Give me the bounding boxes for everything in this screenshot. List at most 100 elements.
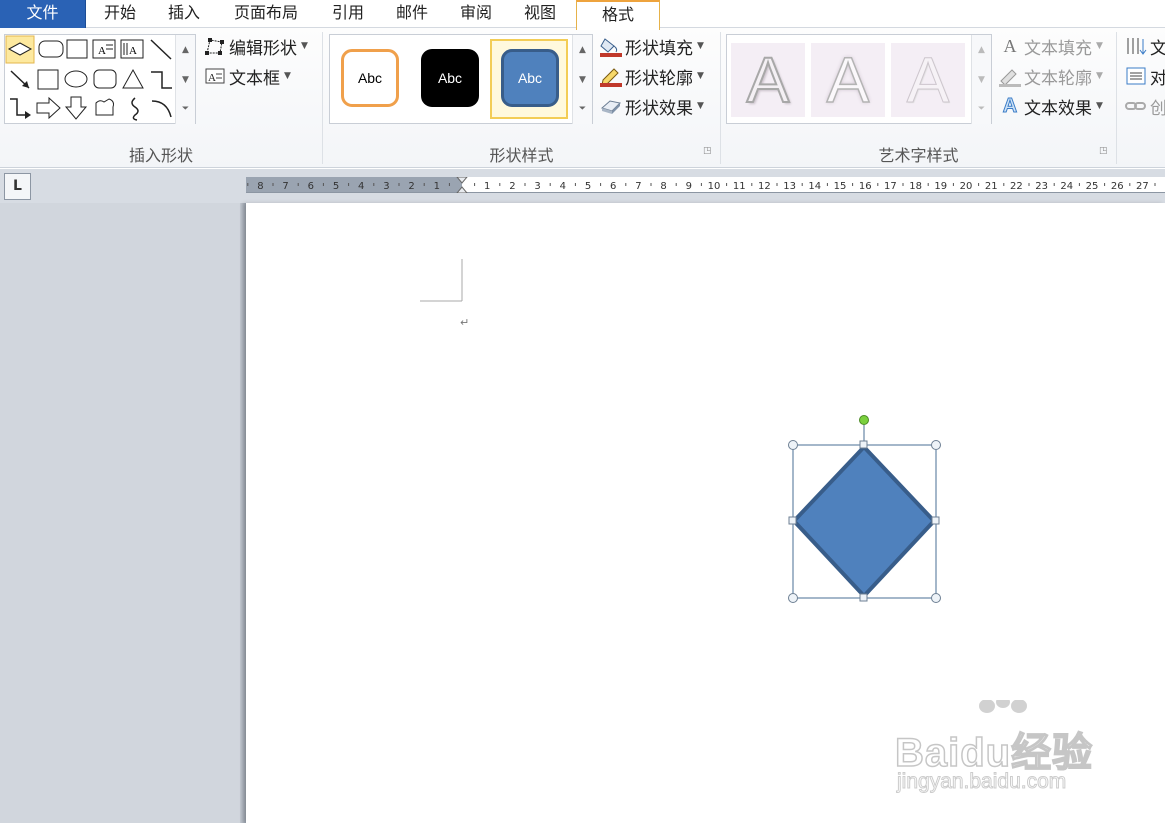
resize-handle-left[interactable] — [788, 516, 797, 525]
diamond-icon[interactable] — [5, 35, 35, 64]
style-swatch-blue[interactable]: Abc — [501, 49, 559, 107]
ruler-label: 5 — [333, 181, 339, 192]
ruler-label: 26 — [1111, 181, 1124, 192]
dropdown-arrow-icon: ▼ — [301, 41, 308, 51]
shapes-gallery-more[interactable]: ⏷ — [175, 95, 195, 124]
resize-handle-bottom-left[interactable] — [788, 593, 798, 603]
shapes-scroll-down[interactable]: ▼ — [175, 65, 195, 95]
align-text-label: 对 — [1150, 68, 1165, 89]
rectangle-icon-2[interactable] — [37, 69, 59, 90]
ruler-label: 4 — [560, 181, 566, 192]
ruler-label: 17 — [884, 181, 897, 192]
resize-handle-top-left[interactable] — [788, 440, 798, 450]
styles-scroll-down[interactable]: ▼ — [572, 65, 592, 95]
ruler-label: 16 — [859, 181, 872, 192]
tab-mailings[interactable]: 邮件 — [382, 0, 442, 28]
edit-points-icon — [203, 35, 227, 57]
ruler-label: 15 — [834, 181, 847, 192]
shape-styles-group-label: 形状样式 — [489, 146, 554, 165]
shape-effects-button[interactable]: 形状效果 ▼ — [599, 94, 704, 119]
ruler-label: 27 — [1136, 181, 1149, 192]
text-box-button[interactable]: A 文本框 ▼ — [203, 64, 291, 89]
rotation-handle[interactable] — [859, 415, 869, 425]
line-icon[interactable] — [150, 39, 172, 60]
wordart-style-2[interactable]: A — [811, 43, 885, 117]
ruler-label: 20 — [960, 181, 973, 192]
paragraph-mark: ↵ — [460, 316, 470, 329]
ruler-label: 8 — [257, 181, 263, 192]
tab-home[interactable]: 开始 — [90, 0, 150, 28]
tab-review[interactable]: 审阅 — [446, 0, 506, 28]
wordart-styles-gallery: A A A ▲ ▼ ⏷ — [726, 34, 992, 124]
tab-file[interactable]: 文件 — [0, 0, 86, 28]
text-effects-button[interactable]: A 文本效果 ▼ — [998, 94, 1103, 119]
styles-gallery-more[interactable]: ⏷ — [572, 95, 592, 124]
tab-format[interactable]: 格式 — [576, 0, 660, 30]
ruler-label: 3 — [383, 181, 389, 192]
tab-page-layout[interactable]: 页面布局 — [220, 0, 312, 28]
shape-effects-icon — [599, 95, 623, 117]
rounded-rect-icon-2[interactable] — [93, 69, 117, 89]
style-swatch-orange-outline[interactable]: Abc — [341, 49, 399, 107]
down-arrow-icon[interactable] — [64, 96, 88, 120]
wordart-style-1[interactable]: A — [731, 43, 805, 117]
wordart-scroll-up[interactable]: ▲ — [971, 35, 991, 65]
text-outline-button[interactable]: 文本轮廓 ▼ — [998, 64, 1103, 89]
rounded-rect-icon[interactable] — [38, 40, 64, 58]
resize-handle-bottom-right[interactable] — [931, 593, 941, 603]
shape-styles-gallery: Abc Abc Abc ▲ ▼ ⏷ — [329, 34, 593, 124]
resize-handle-right[interactable] — [931, 516, 940, 525]
edit-shape-button[interactable]: 编辑形状 ▼ — [203, 34, 308, 59]
ruler-label: 1 — [434, 181, 440, 192]
arrow-line-icon[interactable] — [10, 70, 30, 89]
wordart-scroll-down[interactable]: ▼ — [971, 65, 991, 95]
tab-insert[interactable]: 插入 — [154, 0, 214, 28]
rectangle-icon[interactable] — [66, 39, 88, 59]
edit-shape-label: 编辑形状 — [229, 38, 297, 59]
right-arrow-icon[interactable] — [36, 96, 61, 120]
wordart-sample: A — [826, 44, 870, 116]
resize-handle-top[interactable] — [859, 440, 868, 449]
shape-outline-button[interactable]: 形状轮廓 ▼ — [599, 64, 704, 89]
tab-references[interactable]: 引用 — [318, 0, 378, 28]
elbow-arrow-icon[interactable] — [10, 98, 31, 119]
shape-fill-button[interactable]: 形状填充 ▼ — [599, 34, 704, 59]
triangle-icon[interactable] — [122, 68, 144, 89]
ribbon: A A ▲ ▼ ⏷ 编辑形状 ▼ A 文本框 ▼ 插入形状 Abc Abc Ab… — [0, 28, 1165, 168]
arc-icon[interactable] — [151, 100, 172, 118]
text-direction-button[interactable]: 文 — [1124, 34, 1165, 59]
dropdown-arrow-icon: ▼ — [284, 71, 291, 81]
ruler-label: 9 — [686, 181, 692, 192]
text-fill-button[interactable]: A 文本填充 ▼ — [998, 34, 1103, 59]
styles-scroll-up[interactable]: ▲ — [572, 35, 592, 65]
vertical-text-box-icon[interactable]: A — [120, 39, 144, 59]
tab-selector-button[interactable]: L — [4, 173, 31, 200]
shapes-gallery-icons: A A — [5, 35, 172, 121]
text-effects-icon: A — [1002, 94, 1018, 117]
diamond-shape[interactable] — [792, 445, 936, 598]
ruler-label: 14 — [808, 181, 821, 192]
ruler-label: 7 — [282, 181, 288, 192]
style-swatch-black[interactable]: Abc — [421, 49, 479, 107]
oval-icon[interactable] — [64, 70, 88, 88]
resize-handle-bottom[interactable] — [859, 593, 868, 602]
create-link-button[interactable]: 创 — [1124, 94, 1165, 119]
dialog-launcher-icon[interactable]: ◳ — [1099, 146, 1109, 156]
text-box-icon[interactable]: A — [92, 39, 116, 59]
curve-scribble-icon[interactable] — [131, 97, 139, 121]
wordart-style-3[interactable]: A — [891, 43, 965, 117]
ruler-label: 8 — [660, 181, 666, 192]
ruler-label: 23 — [1035, 181, 1048, 192]
svg-text:A: A — [129, 45, 137, 57]
align-text-button[interactable]: 对 — [1124, 64, 1165, 89]
shapes-scroll-up[interactable]: ▲ — [175, 35, 195, 65]
watermark-url: jingyan.baidu.com — [896, 770, 1067, 794]
plaque-icon[interactable] — [95, 98, 114, 116]
resize-handle-top-right[interactable] — [931, 440, 941, 450]
tab-view[interactable]: 视图 — [510, 0, 570, 28]
wordart-gallery-more[interactable]: ⏷ — [971, 95, 991, 124]
elbow-connector-icon[interactable] — [151, 71, 172, 89]
dialog-launcher-icon[interactable]: ◳ — [703, 146, 713, 156]
group-separator — [1116, 32, 1117, 164]
horizontal-ruler[interactable]: 8 7 6 5 4 3 2 1 1 2 3 4 5 6 7 8 9 10 11 12 13 14 15 16 17 18 19 20 2… — [246, 177, 1165, 193]
